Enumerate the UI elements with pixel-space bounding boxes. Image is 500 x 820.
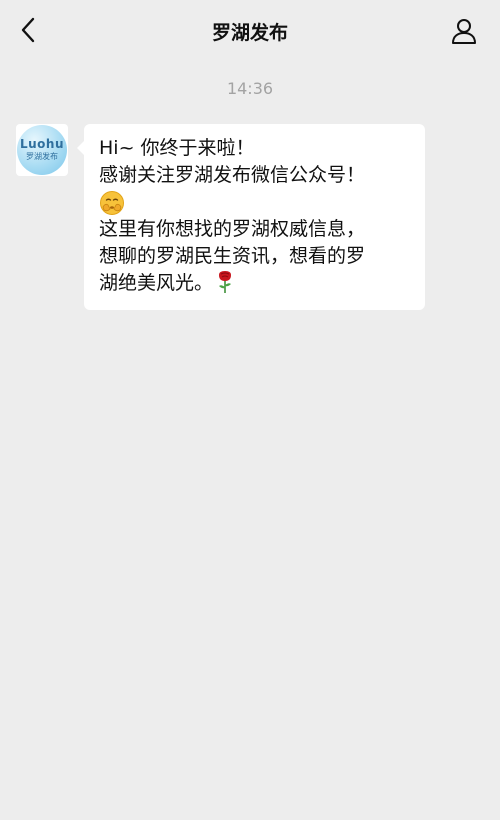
person-icon (450, 17, 478, 49)
profile-button[interactable] (446, 15, 482, 51)
message-last-line: 湖绝美风光。 (99, 270, 411, 297)
chevron-left-icon (19, 16, 37, 48)
message-line: 湖绝美风光。 (99, 272, 214, 294)
navigation-bar: 罗湖发布 (0, 0, 500, 66)
message-timestamp: 14:36 (226, 79, 274, 98)
message-bubble[interactable]: Hi~ 你终于来啦！ 感谢关注罗湖发布微信公众号！ 这里有你想找的罗湖权威信息，… (77, 124, 425, 310)
message-line: 想聊的罗湖民生资讯，想看的罗 (99, 245, 366, 267)
message-line: Hi~ 你终于来啦！ (99, 137, 255, 159)
page-title: 罗湖发布 (211, 22, 288, 44)
shy-hands-emoji-icon (99, 190, 125, 216)
avatar-logo-text: Luohu (19, 137, 65, 151)
back-button[interactable] (10, 14, 46, 50)
luohu-logo-icon: Luohu 罗湖发布 (17, 125, 67, 175)
avatar-subtitle: 罗湖发布 (26, 152, 58, 161)
avatar[interactable]: Luohu 罗湖发布 (16, 124, 68, 176)
message-line: 这里有你想找的罗湖权威信息， (99, 218, 366, 240)
message-line: 感谢关注罗湖发布微信公众号！ (99, 164, 366, 186)
emoji-line (99, 189, 411, 216)
rose-icon (215, 270, 235, 294)
